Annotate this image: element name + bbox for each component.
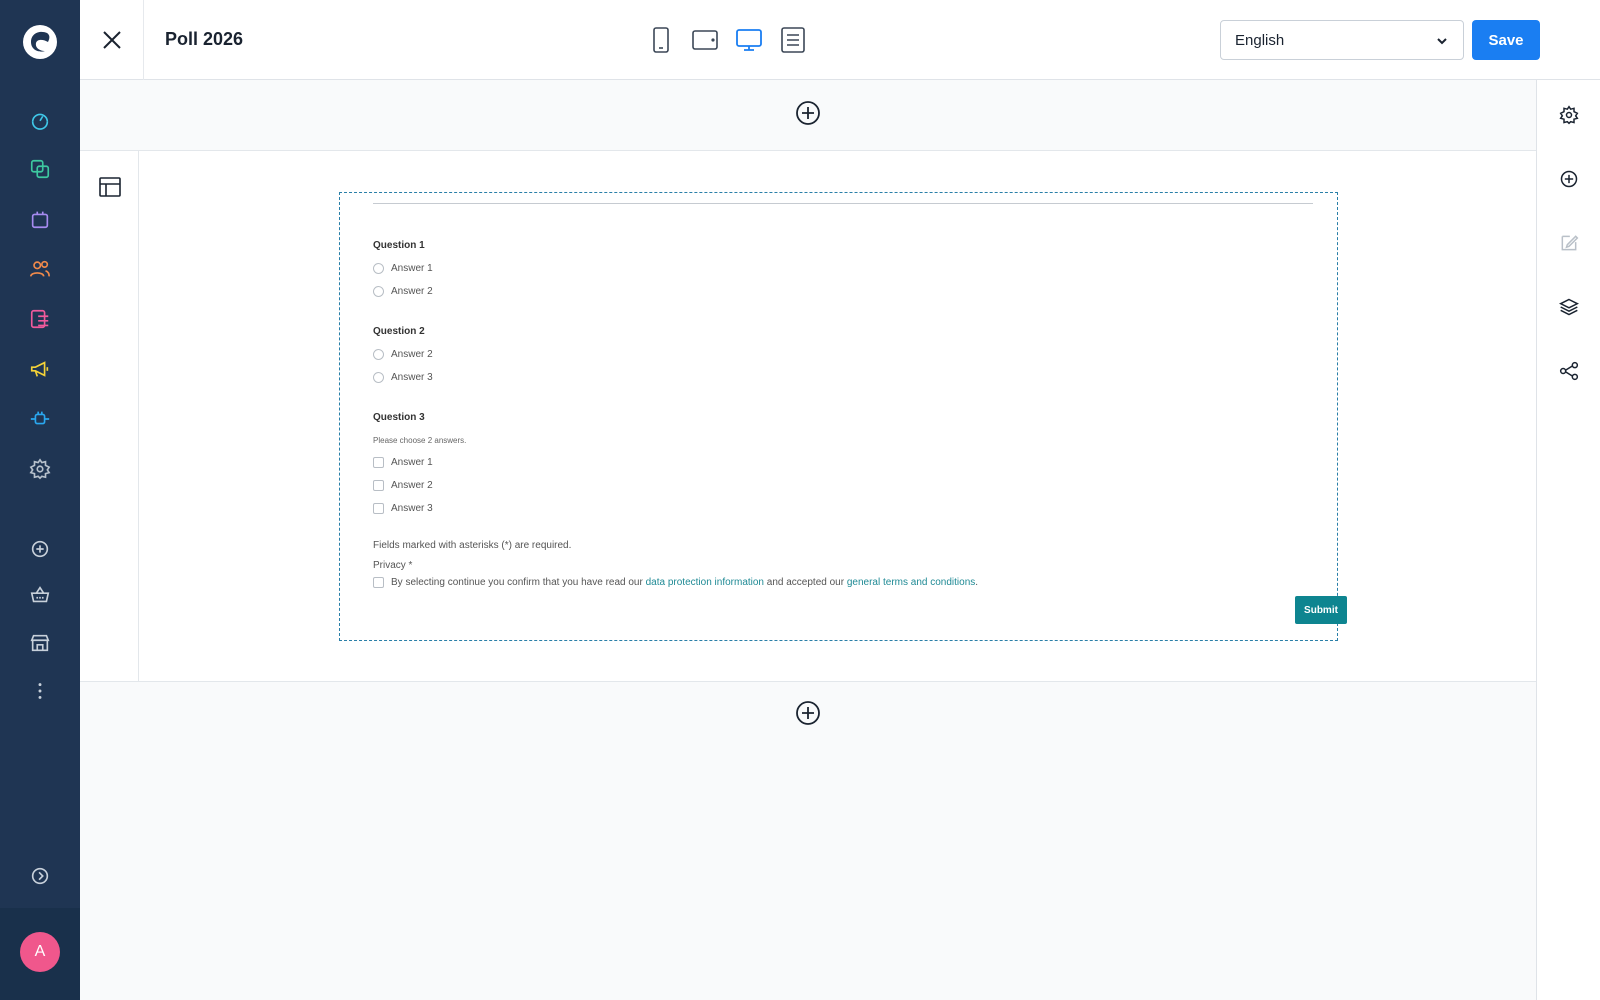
add-circle-icon[interactable]: [27, 536, 53, 562]
option-label: Answer 2: [391, 349, 433, 360]
privacy-text-part: .: [975, 577, 979, 588]
option-label: Answer 1: [391, 263, 433, 274]
option-label: Answer 1: [391, 457, 433, 468]
option-label: Answer 3: [391, 503, 433, 514]
radio-button[interactable]: [373, 263, 384, 274]
privacy-label: Privacy *: [373, 560, 413, 571]
close-button[interactable]: [80, 0, 144, 80]
privacy-checkbox-option[interactable]: By selecting continue you confirm that y…: [373, 577, 978, 588]
add-section-top-icon[interactable]: [795, 100, 821, 126]
required-note: Fields marked with asterisks (*) are req…: [373, 540, 572, 551]
edit-icon: [1561, 235, 1579, 251]
logo-icon[interactable]: [20, 22, 60, 62]
radio-option[interactable]: Answer 2: [373, 286, 433, 297]
privacy-text-part: and accepted our: [764, 577, 847, 588]
language-select[interactable]: English: [1220, 20, 1464, 60]
radio-option[interactable]: Answer 3: [373, 372, 433, 383]
checkbox-option[interactable]: Answer 3: [373, 503, 433, 514]
save-button[interactable]: Save: [1472, 20, 1540, 60]
radio-option[interactable]: Answer 2: [373, 349, 433, 360]
list-icon: [781, 27, 805, 53]
settings-icon[interactable]: [27, 456, 53, 482]
add-section-bottom-icon[interactable]: [795, 700, 821, 726]
language-value: English: [1235, 31, 1285, 49]
option-label: Answer 3: [391, 372, 433, 383]
checkbox-option[interactable]: Answer 1: [373, 457, 433, 468]
admin-sidebar: A: [0, 0, 80, 1000]
add-circle-icon: [1560, 170, 1578, 188]
chevron-down-icon: [1437, 38, 1447, 45]
checkbox[interactable]: [373, 480, 384, 491]
mobile-view-button[interactable]: [648, 26, 674, 54]
radio-option[interactable]: Answer 1: [373, 263, 433, 274]
editor-topbar: Poll 2026 English Save: [80, 0, 1600, 80]
section-settings-bar: [80, 151, 139, 681]
data-protection-link[interactable]: data protection information: [646, 577, 764, 588]
submit-button[interactable]: Submit: [1295, 596, 1347, 624]
layers-button[interactable]: [1558, 296, 1580, 318]
form-divider: [373, 203, 1313, 204]
question-hint: Please choose 2 answers.: [373, 436, 467, 445]
settings-panel-button[interactable]: [1558, 104, 1580, 126]
page-title: Poll 2026: [165, 29, 244, 49]
question-title: Question 3: [373, 412, 425, 423]
orders-icon[interactable]: [27, 206, 53, 232]
form-view-button[interactable]: [780, 26, 806, 54]
extensions-icon[interactable]: [27, 406, 53, 432]
storefront-icon[interactable]: [27, 630, 53, 656]
privacy-checkbox[interactable]: [373, 577, 384, 588]
edit-block-button[interactable]: [1558, 232, 1580, 254]
layers-icon: [1559, 298, 1579, 316]
content-icon[interactable]: [27, 306, 53, 332]
device-switcher: [648, 26, 806, 54]
add-block-button[interactable]: [1558, 168, 1580, 190]
checkbox[interactable]: [373, 503, 384, 514]
dashboard-icon[interactable]: [27, 106, 53, 132]
avatar[interactable]: A: [20, 932, 60, 972]
marketing-icon[interactable]: [27, 356, 53, 382]
share-icon: [1559, 361, 1579, 381]
right-sidebar: [1536, 80, 1600, 1000]
desktop-icon: [736, 29, 762, 51]
share-button[interactable]: [1558, 360, 1580, 382]
basket-icon[interactable]: [27, 582, 53, 608]
checkbox-option[interactable]: Answer 2: [373, 480, 433, 491]
terms-link[interactable]: general terms and conditions: [847, 577, 975, 588]
checkbox[interactable]: [373, 457, 384, 468]
expand-sidebar-icon[interactable]: [27, 863, 53, 889]
customers-icon[interactable]: [27, 256, 53, 282]
form-element[interactable]: Question 1 Answer 1 Answer 2 Question 2 …: [339, 192, 1347, 641]
more-vertical-icon[interactable]: [27, 678, 53, 704]
radio-button[interactable]: [373, 286, 384, 297]
tablet-view-button[interactable]: [692, 26, 718, 54]
privacy-text: By selecting continue you confirm that y…: [391, 577, 978, 588]
option-label: Answer 2: [391, 480, 433, 491]
privacy-text-part: By selecting continue you confirm that y…: [391, 577, 646, 588]
tablet-icon: [692, 30, 718, 50]
radio-button[interactable]: [373, 349, 384, 360]
mobile-icon: [653, 27, 669, 53]
radio-button[interactable]: [373, 372, 384, 383]
gear-icon: [1559, 105, 1579, 125]
question-title: Question 1: [373, 240, 425, 251]
layout-icon[interactable]: [98, 175, 122, 199]
desktop-view-button[interactable]: [736, 26, 762, 54]
user-area: A: [0, 908, 80, 1000]
option-label: Answer 2: [391, 286, 433, 297]
question-title: Question 2: [373, 326, 425, 337]
close-icon: [102, 31, 121, 49]
catalogues-icon[interactable]: [27, 156, 53, 182]
